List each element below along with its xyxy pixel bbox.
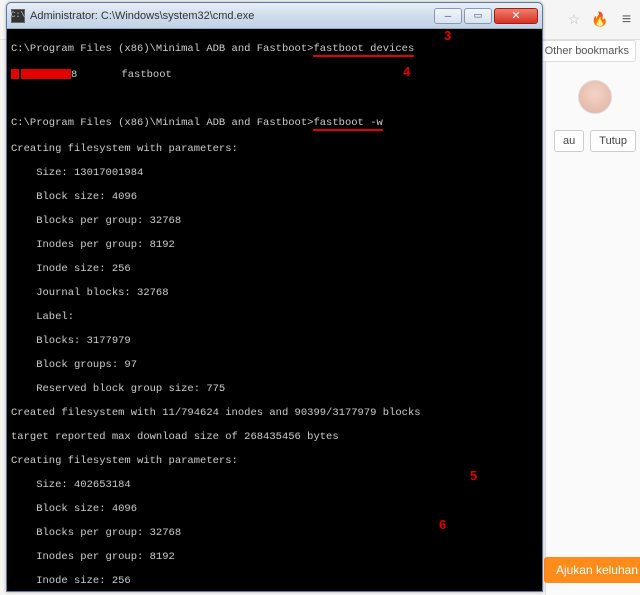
annotation-4: 4 — [403, 66, 410, 78]
hamburger-menu-icon[interactable]: ≡ — [616, 10, 636, 30]
cmd-title-icon: C:\ — [11, 9, 25, 23]
annotation-5: 5 — [470, 470, 477, 482]
cmd-window: C:\ Administrator: C:\Windows\system32\c… — [6, 2, 543, 592]
tutup-button[interactable]: Tutup — [590, 130, 636, 152]
titlebar[interactable]: C:\ Administrator: C:\Windows\system32\c… — [7, 3, 542, 29]
minimize-button[interactable]: ─ — [434, 8, 462, 24]
annotation-6: 6 — [439, 519, 446, 531]
annotation-3: 3 — [444, 30, 451, 42]
star-icon[interactable]: ☆ — [564, 10, 584, 30]
ajukan-keluhan-button[interactable]: Ajukan keluhan — [544, 557, 640, 583]
avatar[interactable] — [578, 80, 612, 114]
maximize-button[interactable]: ▭ — [464, 8, 492, 24]
close-button[interactable]: ✕ — [494, 8, 538, 24]
other-bookmarks-label: Other bookmarks — [545, 45, 629, 57]
window-title: Administrator: C:\Windows\system32\cmd.e… — [30, 10, 434, 22]
au-button[interactable]: au — [554, 130, 584, 152]
flame-icon[interactable]: 🔥 — [590, 10, 610, 30]
console-output[interactable]: C:\Program Files (x86)\Minimal ADB and F… — [7, 29, 542, 591]
